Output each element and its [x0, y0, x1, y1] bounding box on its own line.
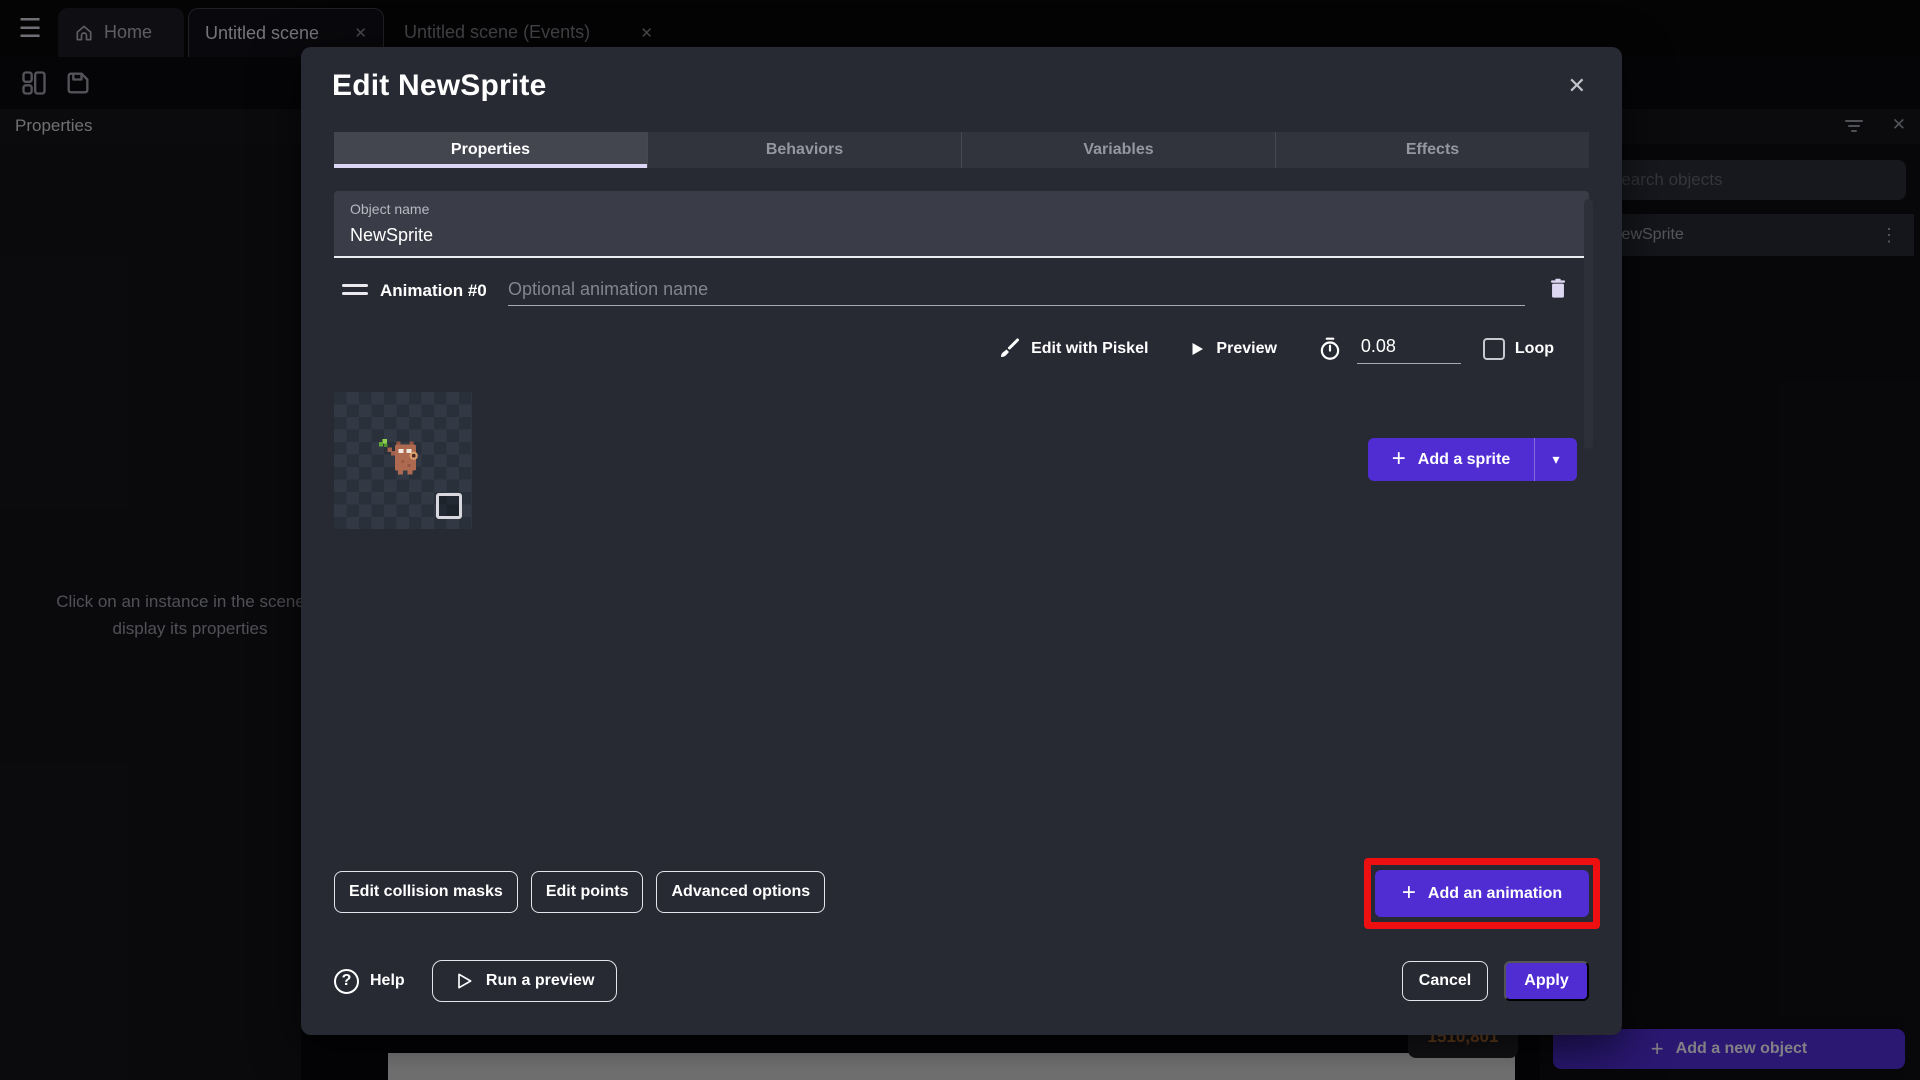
stopwatch-icon	[1320, 337, 1340, 360]
help-icon: ?	[334, 968, 359, 994]
tab-variables[interactable]: Variables	[961, 132, 1275, 168]
delete-animation-icon[interactable]	[1545, 276, 1571, 302]
preview-button[interactable]: Preview	[1216, 340, 1276, 358]
annotation-highlight-box: + Add an animation	[1364, 858, 1600, 929]
run-preview-label: Run a preview	[485, 972, 595, 989]
chevron-down-icon: ▾	[1552, 451, 1560, 467]
tab-behaviors[interactable]: Behaviors	[647, 132, 961, 168]
object-name-field[interactable]: Object name NewSprite	[334, 191, 1589, 258]
tab-effects[interactable]: Effects	[1275, 132, 1589, 168]
dialog-close-icon[interactable]: ✕	[1568, 73, 1586, 99]
advanced-options-button[interactable]: Advanced options	[656, 871, 826, 913]
animation-row: Animation #0	[334, 274, 1589, 310]
edit-points-button[interactable]: Edit points	[530, 871, 644, 913]
pig-sprite-image	[379, 438, 418, 475]
dialog-footer: ? Help Run a preview Cancel Apply	[334, 959, 1589, 1003]
object-name-field-label: Object name	[350, 201, 430, 217]
add-animation-label: Add an animation	[1427, 884, 1563, 902]
frame-select-checkbox[interactable]	[436, 493, 462, 519]
dialog-title: Edit NewSprite	[332, 69, 547, 102]
object-name-field-value: NewSprite	[350, 225, 434, 245]
plus-icon: +	[1391, 444, 1406, 472]
edit-collision-masks-button[interactable]: Edit collision masks	[334, 871, 518, 913]
animation-tools-row: Edit with Piskel Preview Loop	[301, 329, 1589, 369]
animation-label: Animation #0	[380, 281, 487, 300]
help-label: Help	[370, 972, 405, 989]
drag-handle-icon[interactable]	[342, 284, 368, 298]
apply-button[interactable]: Apply	[1504, 961, 1589, 1001]
sprite-frame-thumbnail[interactable]	[334, 392, 472, 529]
add-sprite-dropdown-button[interactable]: ▾	[1535, 438, 1577, 481]
loop-checkbox[interactable]	[1482, 338, 1505, 360]
time-between-frames-input[interactable]	[1356, 334, 1461, 364]
play-outline-icon	[458, 973, 472, 989]
add-sprite-split-button: + Add a sprite ▾	[1368, 438, 1577, 481]
add-an-animation-button[interactable]: + Add an animation	[1375, 870, 1589, 917]
edit-object-dialog: Edit NewSprite ✕ Properties Behaviors Va…	[301, 47, 1622, 1035]
tab-properties[interactable]: Properties	[334, 132, 647, 168]
dialog-scrollbar[interactable]	[1584, 199, 1593, 449]
animation-actions-row: Edit collision masks Edit points Advance…	[334, 871, 826, 913]
cancel-button[interactable]: Cancel	[1402, 961, 1488, 1001]
plus-icon: +	[1401, 878, 1416, 906]
brush-icon	[1001, 338, 1020, 357]
dialog-tabs: Properties Behaviors Variables Effects	[334, 132, 1589, 168]
add-sprite-button[interactable]: + Add a sprite	[1368, 438, 1535, 481]
run-a-preview-button[interactable]: Run a preview	[431, 960, 617, 1002]
help-button[interactable]: ? Help	[334, 968, 405, 994]
loop-label: Loop	[1514, 340, 1554, 357]
edit-with-piskel-button[interactable]: Edit with Piskel	[1031, 340, 1148, 358]
animation-name-input[interactable]	[508, 274, 1525, 306]
add-sprite-label: Add a sprite	[1417, 450, 1511, 468]
play-icon	[1192, 343, 1204, 355]
